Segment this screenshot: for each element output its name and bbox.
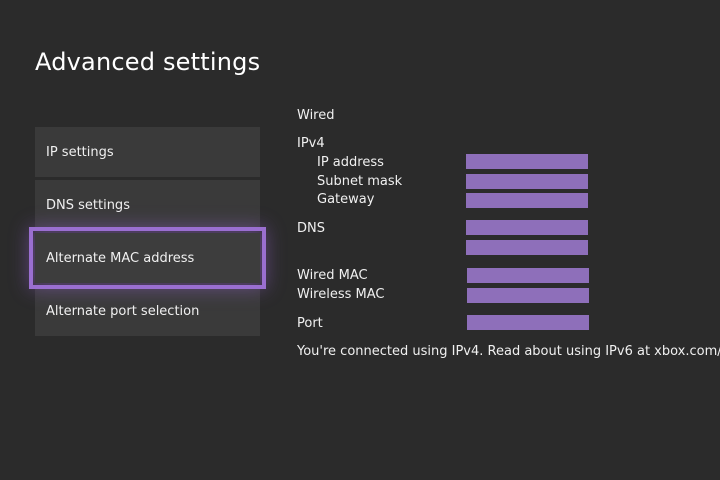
menu-item-dns-settings[interactable]: DNS settings xyxy=(35,180,260,230)
wired-mac-label: Wired MAC xyxy=(297,268,368,283)
dns-secondary-redacted-value xyxy=(466,240,588,255)
wired-mac-redacted-value xyxy=(467,268,589,283)
settings-menu: IP settings DNS settings Alternate MAC a… xyxy=(29,127,266,339)
page-title: Advanced settings xyxy=(35,48,261,76)
subnet-mask-label: Subnet mask xyxy=(317,174,403,189)
menu-item-label: Alternate port selection xyxy=(46,303,200,319)
gateway-label: Gateway xyxy=(317,192,375,207)
dns-primary-redacted-value xyxy=(466,220,588,235)
dns-label: DNS xyxy=(297,221,325,236)
subnet-mask-redacted-value xyxy=(466,174,588,189)
menu-item-alternate-mac-address[interactable]: Alternate MAC address xyxy=(29,227,266,289)
menu-item-alternate-port-selection[interactable]: Alternate port selection xyxy=(35,286,260,336)
network-details-panel: Wired IPv4 IP address Subnet mask Gatewa… xyxy=(297,0,720,480)
ip-address-redacted-value xyxy=(466,154,588,169)
wireless-mac-label: Wireless MAC xyxy=(297,287,385,302)
ipv4-heading: IPv4 xyxy=(297,136,325,151)
menu-item-label: Alternate MAC address xyxy=(46,250,195,266)
menu-item-label: DNS settings xyxy=(46,197,130,213)
connection-type-label: Wired xyxy=(297,108,335,123)
ipv6-footnote: You're connected using IPv4. Read about … xyxy=(297,344,720,359)
gateway-redacted-value xyxy=(466,193,588,208)
port-label: Port xyxy=(297,316,323,331)
menu-item-label: IP settings xyxy=(46,144,114,160)
port-redacted-value xyxy=(467,315,589,330)
menu-item-ip-settings[interactable]: IP settings xyxy=(35,127,260,177)
advanced-settings-screen: Advanced settings IP settings DNS settin… xyxy=(0,0,720,480)
ip-address-label: IP address xyxy=(317,155,384,170)
wireless-mac-redacted-value xyxy=(467,288,589,303)
